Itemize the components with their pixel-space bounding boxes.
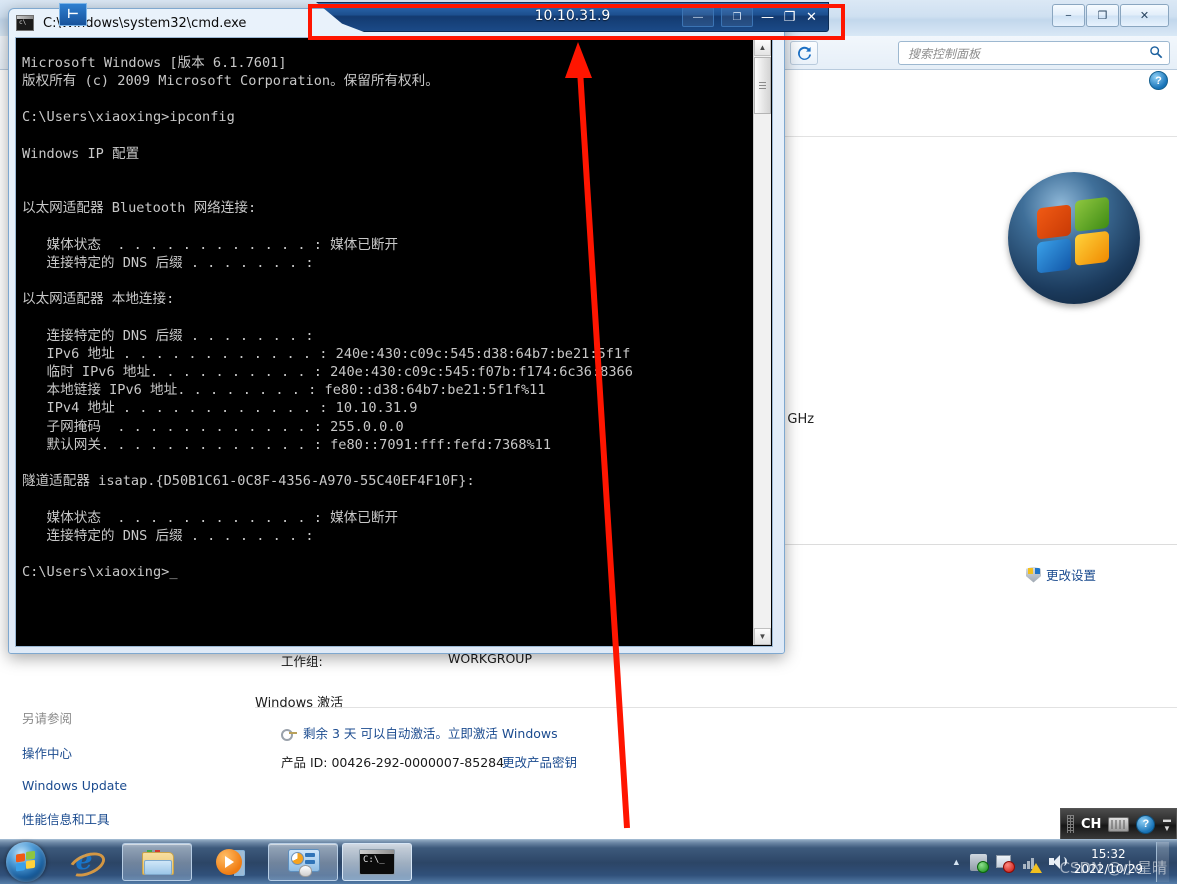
sidebar-item-windows-update[interactable]: Windows Update bbox=[22, 778, 242, 793]
scroll-down-icon[interactable]: ▼ bbox=[754, 628, 771, 645]
ime-options-icon[interactable]: ▬ ▼ bbox=[1163, 815, 1176, 833]
activation-status[interactable]: 剩余 3 天 可以自动激活。立即激活 Windows bbox=[281, 723, 558, 742]
usb-safe-remove-icon[interactable] bbox=[969, 853, 989, 873]
key-icon bbox=[281, 726, 297, 741]
start-button[interactable] bbox=[6, 842, 46, 882]
windows-logo bbox=[1008, 172, 1140, 304]
ie-icon: e bbox=[65, 846, 109, 882]
console-output: Microsoft Windows [版本 6.1.7601] 版权所有 (c)… bbox=[22, 54, 633, 581]
scrollbar-thumb[interactable] bbox=[754, 57, 771, 114]
activation-status-text: 剩余 3 天 可以自动激活。立即激活 Windows bbox=[303, 726, 558, 741]
system-tray[interactable]: ▲ 15:32 2022/10/29 bbox=[952, 842, 1177, 882]
ime-language-bar[interactable]: CH ? ▬ ▼ bbox=[1060, 808, 1177, 840]
rdp-ghost-minimize[interactable]: — bbox=[682, 7, 714, 27]
change-product-key-link[interactable]: 更改产品密钥 bbox=[502, 752, 577, 771]
restore-button[interactable]: ❐ bbox=[1086, 4, 1119, 27]
ime-language-label[interactable]: CH bbox=[1081, 817, 1101, 832]
help-icon[interactable]: ? bbox=[1136, 814, 1156, 834]
close-button[interactable]: ✕ bbox=[1120, 4, 1169, 27]
search-input[interactable]: 搜索控制面板 bbox=[899, 45, 1143, 62]
cmd-icon bbox=[16, 15, 34, 31]
activation-section-title: Windows 激活 bbox=[255, 692, 350, 711]
keyboard-icon[interactable] bbox=[1108, 816, 1130, 832]
change-settings-link[interactable]: 更改设置 bbox=[1026, 565, 1096, 584]
taskbar[interactable]: e C:\_ ▲ 15:32 2022/10/29 bbox=[0, 839, 1177, 884]
taskbar-item-command-prompt[interactable]: C:\_ bbox=[342, 843, 412, 881]
grip-icon[interactable] bbox=[1067, 815, 1074, 833]
network-icon[interactable] bbox=[1022, 854, 1042, 873]
wmp-icon bbox=[216, 849, 245, 876]
show-desktop-button[interactable] bbox=[1156, 842, 1169, 882]
product-id-label: 产品 ID: 00426-292-0000007-85284 bbox=[281, 755, 505, 770]
folder-icon bbox=[142, 850, 174, 875]
control-panel-icon bbox=[288, 849, 320, 877]
cmd-console-area[interactable]: Microsoft Windows [版本 6.1.7601] 版权所有 (c)… bbox=[15, 37, 773, 647]
search-box[interactable]: 搜索控制面板 bbox=[898, 41, 1170, 65]
change-settings-label: 更改设置 bbox=[1046, 568, 1097, 583]
scroll-up-icon[interactable]: ▲ bbox=[754, 39, 771, 56]
sidebar-item-performance-tools[interactable]: 性能信息和工具 bbox=[22, 809, 242, 828]
see-also-nav: 另请参阅 操作中心 Windows Update 性能信息和工具 bbox=[22, 708, 242, 844]
rdp-ghost-restore[interactable]: ❐ bbox=[721, 7, 753, 27]
control-panel-window-buttons[interactable]: − ❐ ✕ bbox=[1052, 4, 1169, 27]
clock-time: 15:32 bbox=[1091, 847, 1126, 861]
rdp-minimize-button[interactable]: — bbox=[760, 8, 775, 27]
see-also-heading: 另请参阅 bbox=[22, 711, 73, 726]
divider bbox=[255, 707, 1177, 708]
pin-icon[interactable]: ⊢ bbox=[59, 3, 87, 26]
shield-icon bbox=[1026, 566, 1041, 583]
refresh-button[interactable] bbox=[790, 41, 818, 65]
volume-icon[interactable] bbox=[1048, 854, 1067, 871]
chevron-up-icon[interactable]: ▲ bbox=[952, 857, 961, 867]
cmd-scrollbar[interactable]: ▲ ▼ bbox=[753, 39, 771, 645]
taskbar-item-internet-explorer[interactable]: e bbox=[50, 844, 118, 882]
taskbar-item-windows-explorer[interactable] bbox=[122, 843, 192, 881]
action-center-flag-icon[interactable] bbox=[995, 854, 1015, 873]
rdp-restore-button[interactable]: ❐ bbox=[782, 8, 797, 27]
divider bbox=[778, 544, 1177, 545]
clock[interactable]: 15:32 2022/10/29 bbox=[1074, 847, 1147, 877]
cmd-icon: C:\_ bbox=[359, 849, 395, 875]
minimize-button[interactable]: − bbox=[1052, 4, 1085, 27]
help-icon[interactable]: ? bbox=[1149, 71, 1168, 90]
command-prompt-window[interactable]: C:\Windows\system32\cmd.exe Microsoft Wi… bbox=[8, 8, 785, 654]
divider bbox=[778, 136, 1177, 137]
taskbar-item-windows-media-player[interactable] bbox=[196, 844, 264, 880]
clock-date: 2022/10/29 bbox=[1073, 862, 1143, 876]
rdp-close-button[interactable]: ✕ bbox=[804, 8, 819, 27]
sidebar-item-action-center[interactable]: 操作中心 bbox=[22, 743, 242, 762]
grip-icon bbox=[759, 82, 766, 89]
taskbar-item-control-panel[interactable] bbox=[268, 843, 338, 881]
remote-desktop-connection-bar[interactable]: 10.10.31.9 — ❐ — ❐ ✕ bbox=[316, 2, 829, 32]
search-icon bbox=[1143, 45, 1169, 62]
rdp-window-buttons[interactable]: — ❐ — ❐ ✕ bbox=[682, 7, 819, 27]
